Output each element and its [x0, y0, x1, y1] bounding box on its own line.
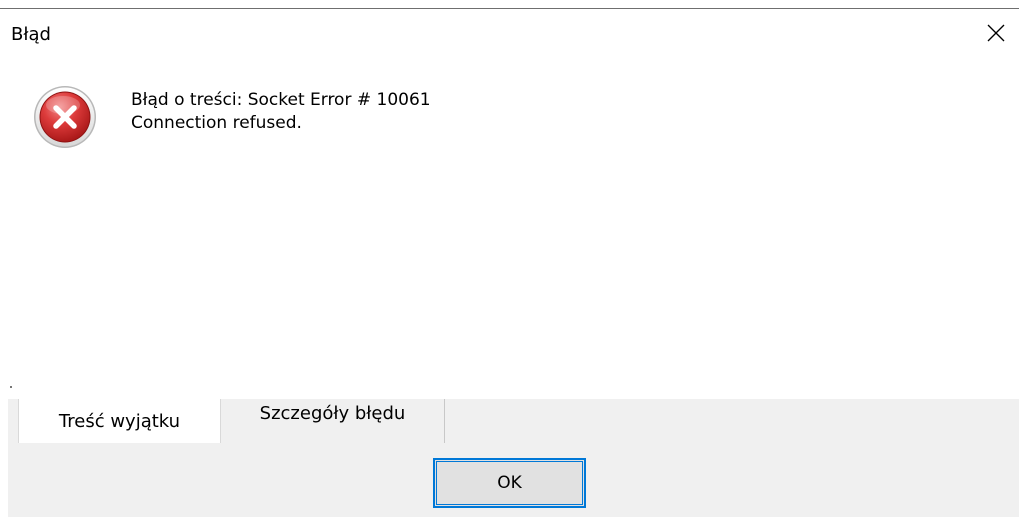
tab-error-details[interactable]: Szczegóły błędu: [221, 399, 445, 443]
message-panel: Błąd o treści: Socket Error # 10061 Conn…: [8, 64, 1019, 399]
error-message-line-2: Connection refused.: [131, 113, 302, 133]
ok-button[interactable]: OK: [433, 458, 586, 508]
tab-exception-content[interactable]: Treść wyjątku: [18, 399, 221, 443]
error-message-line-1: Błąd o treści: Socket Error # 10061: [131, 90, 431, 110]
title-bar: Błąd: [0, 9, 1019, 64]
tab-strip: Treść wyjątku Szczegóły błędu: [8, 399, 1019, 443]
close-button[interactable]: [973, 9, 1019, 57]
error-icon: [34, 86, 96, 148]
error-dialog: Błąd Błąd o treści: Socket Error # 10061…: [0, 0, 1019, 517]
close-icon: [987, 24, 1005, 42]
resize-marker: [10, 386, 12, 388]
error-message: Błąd o treści: Socket Error # 10061 Conn…: [131, 89, 431, 135]
window-title: Błąd: [11, 24, 51, 45]
button-bar: OK: [8, 443, 1019, 517]
dialog-client-area: Błąd o treści: Socket Error # 10061 Conn…: [8, 64, 1019, 517]
